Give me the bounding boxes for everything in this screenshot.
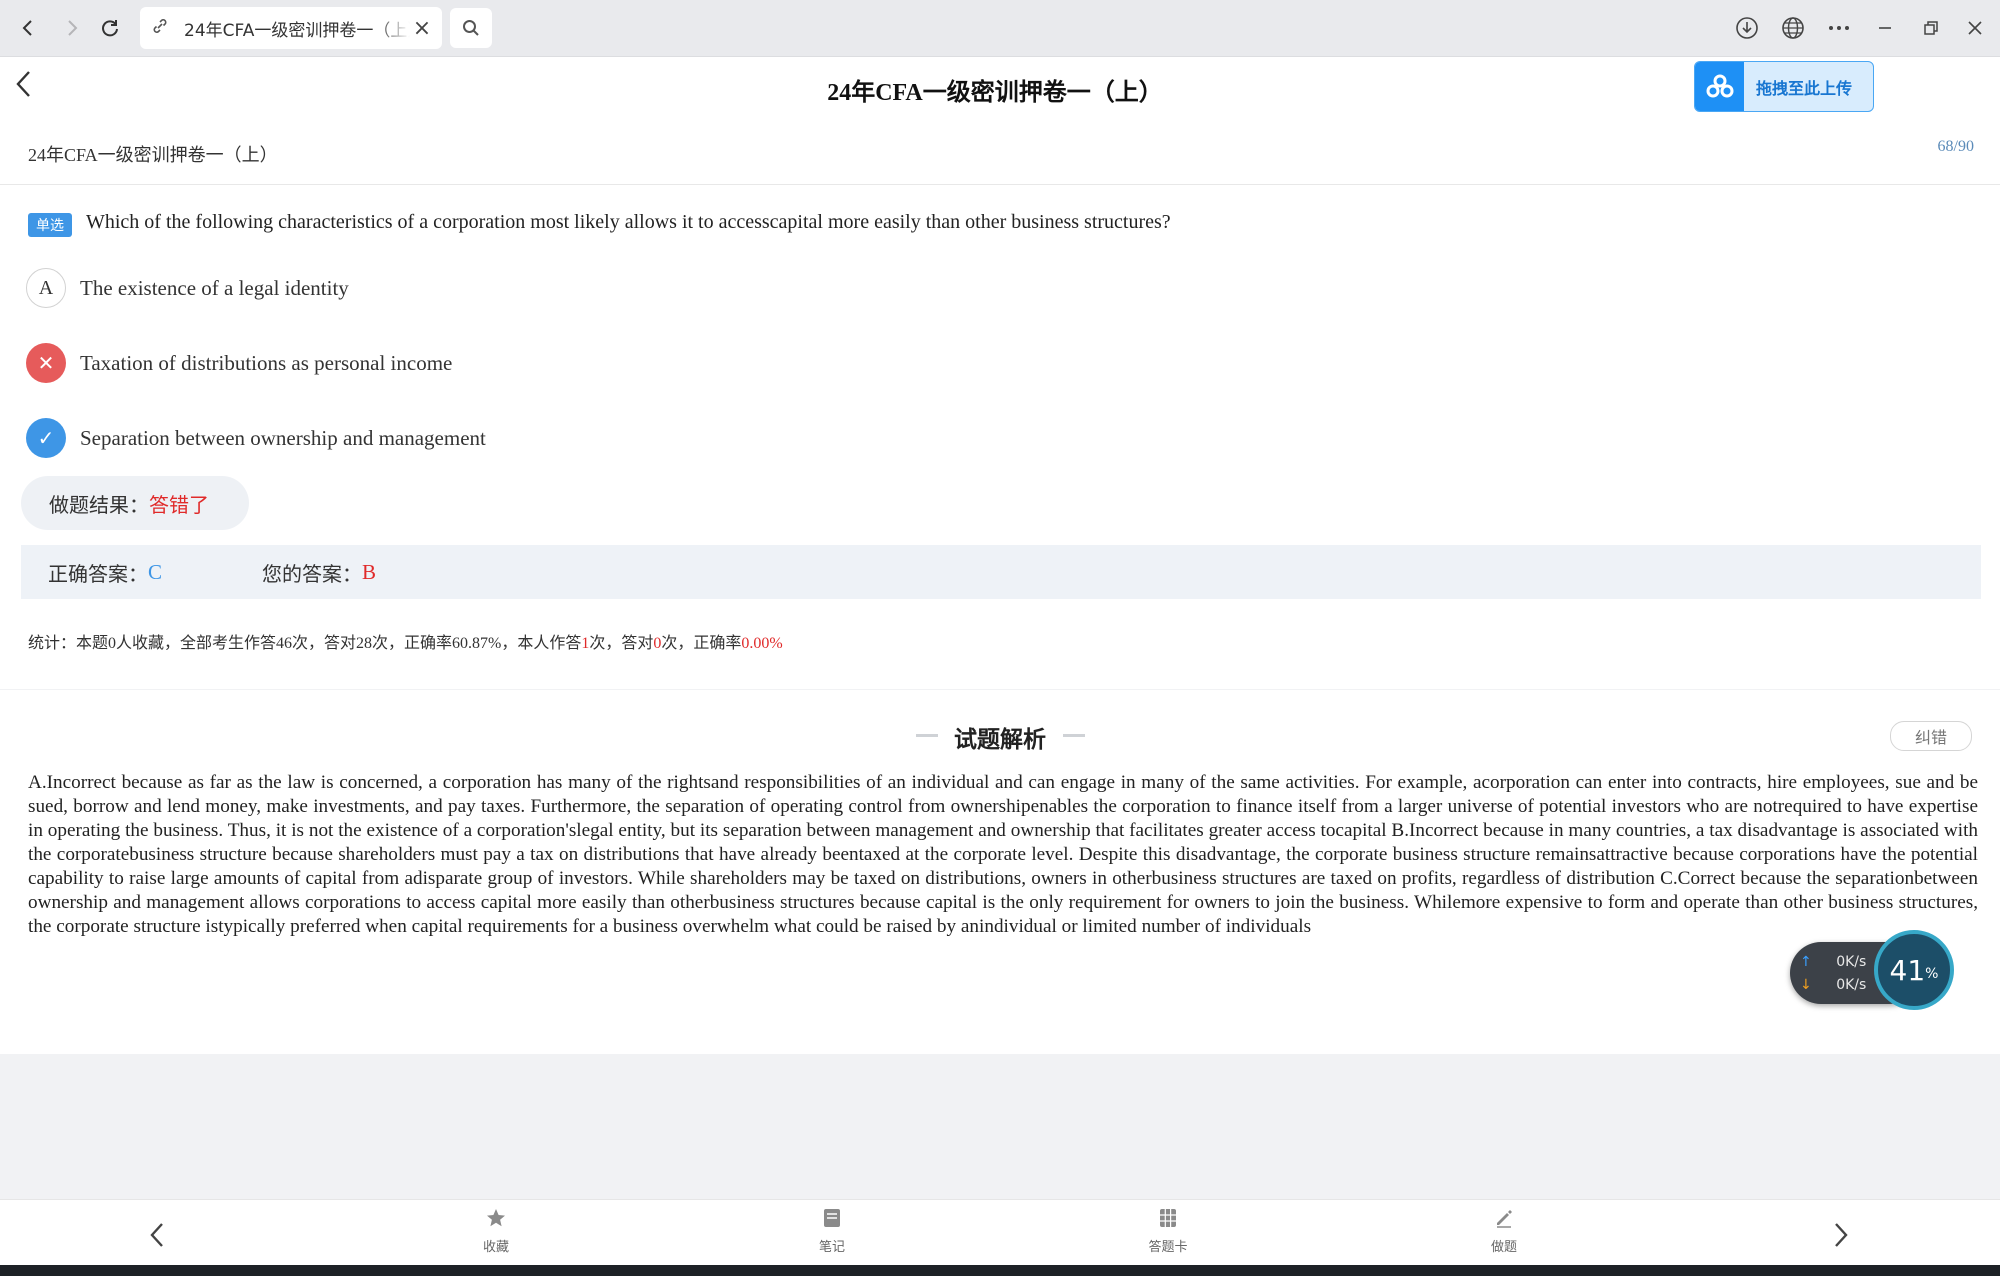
wrong-icon: ✕ [26, 343, 66, 383]
analysis-title: 试题解析 [954, 727, 1046, 753]
your-answer-value: B [362, 559, 377, 584]
your-answer-label: 您的答案： [262, 561, 363, 586]
correct-answer-label: 正确答案： [48, 561, 148, 586]
question-text: Which of the following characteristics o… [86, 211, 1171, 233]
prev-question-button[interactable] [148, 1218, 166, 1258]
bottom-item-label: 收藏 [482, 1240, 509, 1255]
search-icon[interactable] [450, 8, 492, 48]
option-a[interactable]: A The existence of a legal identity [26, 267, 1226, 309]
tab-title: 24年CFA一级密训押卷一（上） [184, 20, 410, 41]
stats-text: 次，答对 [589, 635, 654, 652]
taskbar-strip [0, 1265, 2000, 1276]
bottom-item-favorite[interactable]: 收藏 [456, 1208, 536, 1255]
option-text: Separation between ownership and managem… [80, 425, 486, 450]
upload-button[interactable]: 拖拽至此上传 [1694, 61, 1874, 112]
paper-subtitle: 24年CFA一级密训押卷一（上） [28, 145, 278, 165]
cloud-icon [1695, 62, 1744, 111]
stats-text: 次，正确率 [661, 635, 742, 652]
bottom-item-notes[interactable]: 笔记 [792, 1208, 872, 1255]
net-speed-widget[interactable]: ↑ 0K/s ↓ 0K/s 41% [1790, 930, 1956, 1012]
correct-answer-value: C [148, 559, 163, 584]
minimize-icon[interactable] [1868, 12, 1902, 44]
more-icon[interactable] [1822, 12, 1856, 44]
page-title: 24年CFA一级密训押卷一（上） [827, 80, 1163, 106]
back-icon[interactable] [12, 12, 44, 44]
result-label: 做题结果： [49, 492, 149, 517]
download-speed-value: 0K/s [1836, 977, 1867, 993]
check-icon: ✓ [26, 418, 66, 458]
next-question-button[interactable] [1832, 1218, 1850, 1258]
memory-percent-ring: 41% [1874, 930, 1954, 1010]
bottom-nav-bar [0, 1199, 2000, 1266]
star-icon [456, 1208, 536, 1234]
self-rate: 0.00% [741, 635, 783, 652]
download-icon[interactable] [1730, 12, 1764, 44]
bottom-item-label: 笔记 [818, 1240, 845, 1255]
result-value: 答错了 [149, 492, 209, 517]
analysis-text: A.Incorrect because as far as the law is… [28, 772, 1978, 937]
pencil-icon [1464, 1208, 1544, 1234]
link-icon [152, 18, 174, 38]
restore-icon[interactable] [1914, 12, 1948, 44]
percent-unit: % [1925, 966, 1939, 982]
statistics-line: 统计：本题0人收藏，全部考生作答46次，答对28次，正确率60.87%，本人作答… [28, 629, 783, 653]
option-marker: A [26, 268, 66, 308]
window-close-icon[interactable] [1958, 12, 1992, 44]
bottom-item-practice[interactable]: 做题 [1464, 1208, 1544, 1255]
option-c[interactable]: ✓ Separation between ownership and manag… [26, 417, 1226, 459]
divider [0, 184, 2000, 185]
up-arrow-icon: ↑ [1800, 954, 1812, 970]
option-text: The existence of a legal identity [80, 275, 349, 300]
bottom-item-answer-card[interactable]: 答题卡 [1128, 1208, 1208, 1255]
result-box: 做题结果： 答错了 [21, 476, 249, 530]
answer-card-icon [1128, 1208, 1208, 1234]
bottom-item-label: 做题 [1490, 1240, 1517, 1255]
title-dash [1063, 734, 1085, 737]
reload-icon[interactable] [94, 12, 126, 44]
option-b[interactable]: ✕ Taxation of distributions as personal … [26, 342, 1226, 384]
browser-tab[interactable]: 24年CFA一级密训押卷一（上） × [140, 7, 442, 49]
back-button[interactable] [14, 68, 34, 108]
close-icon[interactable]: × [410, 16, 434, 41]
down-arrow-icon: ↓ [1800, 977, 1812, 993]
browser-toolbar: 24年CFA一级密训押卷一（上） × [0, 0, 2000, 57]
forward-icon[interactable] [56, 12, 88, 44]
option-text: Taxation of distributions as personal in… [80, 350, 453, 375]
upload-speed-value: 0K/s [1836, 954, 1867, 970]
report-error-button[interactable]: 纠错 [1890, 721, 1972, 751]
upload-label: 拖拽至此上传 [1756, 78, 1853, 98]
answer-box: 正确答案： C 您的答案： B [21, 545, 1981, 599]
note-icon [792, 1208, 872, 1234]
globe-icon[interactable] [1776, 12, 1810, 44]
question-counter: 68/90 [1937, 138, 1974, 155]
stats-text: 统计：本题0人收藏，全部考生作答46次，答对28次，正确率60.87%，本人作答 [28, 635, 582, 652]
bottom-item-label: 答题卡 [1148, 1240, 1188, 1255]
memory-percent: 41 [1889, 953, 1926, 987]
question-type-badge: 单选 [28, 213, 72, 237]
